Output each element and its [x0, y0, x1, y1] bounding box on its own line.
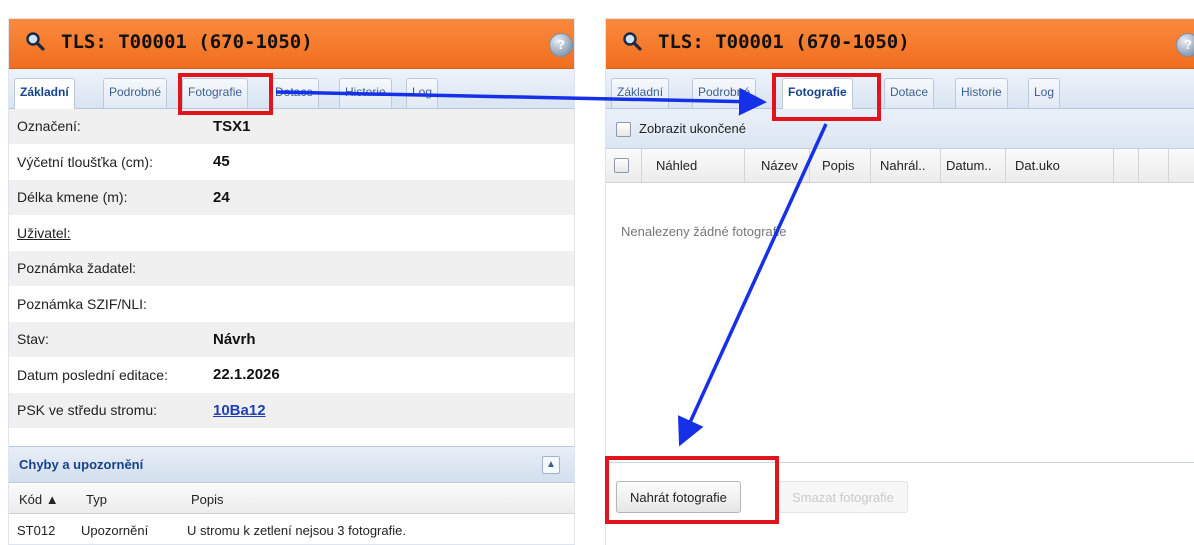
- column-header-kod[interactable]: Kód ▲: [19, 492, 59, 507]
- field-value: 24: [213, 188, 230, 206]
- field-vycetni-tloustka: Výčetní tloušťka (cm): 45: [9, 144, 574, 180]
- column-header-nahled[interactable]: Náhled: [642, 149, 745, 183]
- column-header-datum[interactable]: Datum..: [941, 149, 1006, 183]
- panel-titlebar: TLS: T00001 (670-1050): [606, 19, 1194, 69]
- empty-message: Nenalezeny žádné fotografie: [621, 224, 787, 239]
- field-value: Návrh: [213, 330, 256, 348]
- tab-zakladni[interactable]: Základní: [611, 78, 670, 108]
- tree-detail-panel-right: TLS: T00001 (670-1050) Základní Podrobné…: [605, 18, 1194, 545]
- show-finished-label: Zobrazit ukončené: [639, 121, 746, 136]
- bottom-toolbar: Nahrát fotografie Smazat fotografie: [606, 462, 1194, 522]
- column-header-popis[interactable]: Popis: [810, 149, 871, 183]
- detail-form: Označení: TSX1 Výčetní tloušťka (cm): 45…: [9, 109, 574, 429]
- field-datum-editace: Datum poslední editace: 22.1.2026: [9, 357, 574, 393]
- column-header-nazev[interactable]: Název: [745, 149, 810, 183]
- field-label: Stav:: [17, 331, 49, 348]
- tab-historie[interactable]: Historie: [339, 78, 392, 108]
- tab-historie[interactable]: Historie: [955, 78, 1008, 108]
- field-value: 45: [213, 153, 230, 171]
- field-oznaceni: Označení: TSX1: [9, 109, 574, 145]
- row-code: ST012: [17, 523, 56, 538]
- tab-podrobne[interactable]: Podrobné: [103, 78, 168, 108]
- collapse-icon[interactable]: ▲: [542, 456, 560, 474]
- photos-table-header: Náhled Název Popis Nahrál.. Datum.. Dat.…: [606, 149, 1194, 183]
- panel-title: TLS: T00001 (670-1050): [658, 31, 910, 53]
- tab-log[interactable]: Log: [406, 78, 439, 108]
- errors-table-header: Kód ▲ Typ Popis: [9, 484, 574, 514]
- table-row[interactable]: ST012 Upozornění U stromu k zetlení nejs…: [9, 515, 574, 545]
- column-spacer: [1114, 149, 1139, 183]
- field-label: Délka kmene (m):: [17, 189, 128, 206]
- row-type: Upozornění: [81, 523, 149, 538]
- upload-photos-button[interactable]: Nahrát fotografie: [616, 481, 741, 513]
- select-all-column: [606, 149, 642, 183]
- field-label: Poznámka SZIF/NLI:: [17, 295, 147, 312]
- field-uzivatel: Uživatel:: [9, 215, 574, 251]
- field-poznamka-szif: Poznámka SZIF/NLI:: [9, 286, 574, 322]
- field-value: TSX1: [213, 117, 251, 135]
- photo-toolbar: Zobrazit ukončené: [606, 109, 1194, 149]
- help-icon[interactable]: [1176, 33, 1194, 57]
- tab-dotace[interactable]: Dotace: [269, 78, 320, 108]
- field-label: PSK ve středu stromu:: [17, 402, 158, 419]
- field-stav: Stav: Návrh: [9, 322, 574, 358]
- field-label: Poznámka žadatel:: [17, 260, 137, 277]
- field-value: 22.1.2026: [213, 366, 280, 384]
- delete-photos-button: Smazat fotografie: [778, 481, 908, 513]
- field-delka-kmene: Délka kmene (m): 24: [9, 180, 574, 216]
- field-label: Datum poslední editace:: [17, 366, 168, 383]
- errors-section-header: Chyby a upozornění ▲: [9, 446, 574, 483]
- column-spacer: [1139, 149, 1169, 183]
- tab-podrobne[interactable]: Podrobné: [692, 78, 757, 108]
- tab-zakladni[interactable]: Základní: [14, 78, 75, 109]
- psk-link[interactable]: 10Ba12: [213, 402, 266, 419]
- tab-log[interactable]: Log: [1028, 78, 1061, 108]
- column-header-typ[interactable]: Typ: [86, 492, 107, 507]
- column-header-nahral[interactable]: Nahrál..: [871, 149, 941, 183]
- tab-bar: Základní Podrobné Fotografie Dotace Hist…: [606, 69, 1194, 109]
- column-header-popis[interactable]: Popis: [191, 492, 224, 507]
- panel-titlebar: TLS: T00001 (670-1050): [9, 19, 574, 69]
- select-all-checkbox[interactable]: [614, 158, 629, 173]
- row-description: U stromu k zetlení nejsou 3 fotografie.: [187, 523, 406, 538]
- field-label: Označení:: [17, 118, 81, 135]
- panel-title: TLS: T00001 (670-1050): [61, 31, 313, 53]
- tree-detail-panel-left: TLS: T00001 (670-1050) Základní Podrobné…: [8, 18, 575, 545]
- help-icon[interactable]: [549, 33, 573, 57]
- tab-fotografie[interactable]: Fotografie: [182, 78, 249, 108]
- errors-section-title: Chyby a upozornění: [19, 457, 144, 472]
- column-header-dat-uko[interactable]: Dat.uko: [1006, 149, 1114, 183]
- tab-fotografie[interactable]: Fotografie: [782, 78, 853, 109]
- field-psk: PSK ve středu stromu: 10Ba12: [9, 393, 574, 429]
- show-finished-checkbox[interactable]: [616, 122, 631, 137]
- field-poznamka-zadatel: Poznámka žadatel:: [9, 251, 574, 287]
- search-icon: [26, 32, 45, 51]
- tab-bar: Základní Podrobné Fotografie Dotace Hist…: [9, 69, 574, 109]
- field-label: Výčetní tloušťka (cm):: [17, 153, 153, 170]
- tab-dotace[interactable]: Dotace: [884, 78, 935, 108]
- search-icon: [623, 32, 642, 51]
- uzivatel-link[interactable]: Uživatel:: [9, 225, 213, 241]
